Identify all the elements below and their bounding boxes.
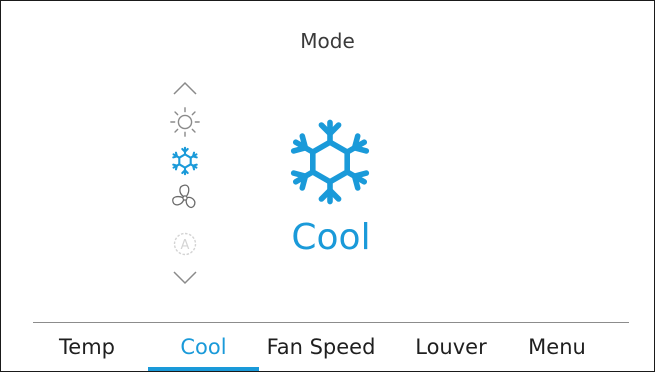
- auto-icon: A: [173, 232, 197, 256]
- tab-label: Temp: [59, 335, 115, 359]
- scroll-down-button[interactable]: [169, 267, 201, 289]
- tab-menu[interactable]: Menu: [511, 323, 603, 371]
- mode-screen: Mode A Cool Temp Cool Fan Speed Louver M…: [0, 0, 655, 372]
- page-title: Mode: [300, 29, 355, 53]
- tab-louver[interactable]: Louver: [401, 323, 501, 371]
- tab-mode[interactable]: Cool: [148, 323, 259, 371]
- mode-selector[interactable]: A: [169, 77, 201, 297]
- chevron-up-icon: [173, 81, 197, 95]
- mode-item-auto[interactable]: A: [169, 229, 201, 259]
- active-tab-indicator: [148, 367, 259, 371]
- svg-text:A: A: [181, 238, 190, 253]
- chevron-down-icon: [173, 271, 197, 285]
- tab-temp[interactable]: Temp: [49, 323, 125, 371]
- snowflake-icon: [171, 146, 199, 176]
- tab-label: Fan Speed: [266, 335, 376, 359]
- mode-item-fan[interactable]: [169, 181, 201, 215]
- mode-item-heat[interactable]: [169, 105, 201, 139]
- fan-icon: [172, 184, 196, 209]
- snowflake-icon: [287, 119, 373, 205]
- tab-fan-speed[interactable]: Fan Speed: [259, 323, 383, 371]
- bottom-nav: Temp Cool Fan Speed Louver Menu: [1, 323, 654, 371]
- tab-label: Cool: [180, 335, 227, 359]
- scroll-up-button[interactable]: [169, 77, 201, 99]
- current-mode-label: Cool: [291, 217, 371, 258]
- current-mode-display: [287, 119, 373, 205]
- tab-label: Louver: [415, 335, 487, 359]
- tab-label: Menu: [528, 335, 586, 359]
- sun-icon: [170, 107, 200, 137]
- mode-item-cool[interactable]: [169, 145, 201, 177]
